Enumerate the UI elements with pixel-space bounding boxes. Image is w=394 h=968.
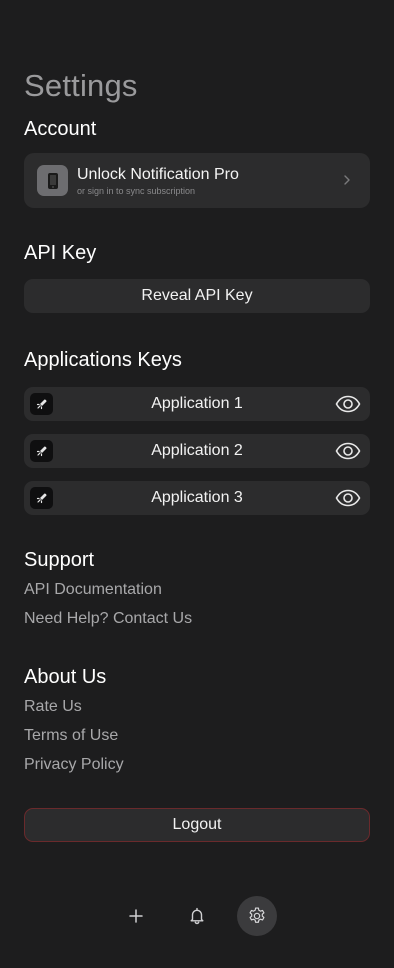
about-heading: About Us [24,666,107,688]
eye-icon[interactable] [335,488,361,508]
application-row[interactable]: Application 1 [24,387,370,421]
application-row[interactable]: Application 2 [24,434,370,468]
privacy-policy-link[interactable]: Privacy Policy [24,756,124,774]
rocket-icon [30,487,53,509]
application-label: Application 1 [151,395,243,412]
eye-icon[interactable] [335,441,361,461]
tab-bar [0,896,394,938]
tab-add[interactable] [116,896,156,936]
eye-icon[interactable] [335,394,361,414]
applications-heading: Applications Keys [24,349,182,371]
application-row[interactable]: Application 3 [24,481,370,515]
chevron-right-icon [344,175,350,185]
pro-subtitle: or sign in to sync subscription [77,185,196,196]
settings-screen: Settings Account Unlock Notification Pro… [0,0,394,968]
unlock-pro-card[interactable]: Unlock Notification Pro or sign in to sy… [24,153,370,208]
rocket-icon [30,393,53,415]
application-label: Application 3 [151,489,243,506]
gear-icon [249,907,265,923]
phone-icon [37,165,68,196]
bell-icon [190,907,204,925]
plus-icon [129,909,143,923]
support-heading: Support [24,549,95,571]
page-title: Settings [24,68,138,103]
terms-of-use-link[interactable]: Terms of Use [24,727,118,745]
rate-us-link[interactable]: Rate Us [24,698,82,716]
pro-title: Unlock Notification Pro [77,165,239,183]
rocket-icon [30,440,53,462]
account-heading: Account [24,118,97,140]
reveal-api-key-button[interactable]: Reveal API Key [24,279,370,313]
tab-notifications[interactable] [177,896,217,936]
application-label: Application 2 [151,442,243,459]
contact-us-link[interactable]: Need Help? Contact Us [24,610,192,628]
api-documentation-link[interactable]: API Documentation [24,581,162,599]
logout-button[interactable]: Logout [24,808,370,842]
tab-settings[interactable] [237,896,277,936]
api-key-heading: API Key [24,242,97,264]
